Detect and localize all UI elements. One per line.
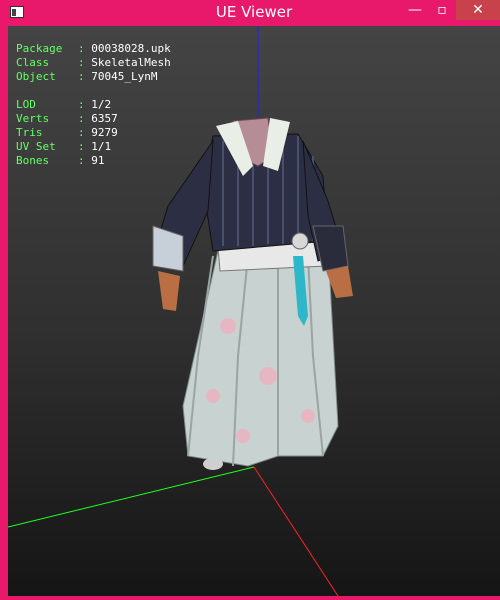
left-hand — [158, 271, 180, 311]
info-row: UV Set : 1/1 — [16, 140, 112, 153]
info-value: 1/2 — [91, 98, 112, 111]
info-row: Bones : 91 — [16, 154, 105, 167]
info-key: UV Set — [16, 140, 63, 153]
info-value: 70045_LynM — [91, 70, 158, 83]
maximize-button[interactable]: ▫ — [429, 0, 455, 20]
info-row: Object : 70045_LynM — [16, 70, 158, 83]
info-value: 1/1 — [91, 140, 112, 153]
info-row: LOD : 1/2 — [16, 98, 112, 111]
close-button[interactable]: ✕ — [456, 0, 500, 20]
feet — [203, 458, 223, 470]
title-bar[interactable]: UE Viewer — ▫ ✕ — [4, 0, 500, 26]
info-value: 91 — [91, 154, 105, 167]
mesh-info-panel: Package: 00038028.upk Class : SkeletalMe… — [16, 42, 171, 168]
info-row: Tris : 9279 — [16, 126, 118, 139]
info-value: 6357 — [91, 112, 118, 125]
info-row: Package: 00038028.upk — [16, 42, 171, 55]
y-axis — [8, 466, 255, 528]
hakama-skirt — [182, 245, 339, 467]
info-key: Package — [16, 42, 63, 55]
info-key: Object — [16, 70, 63, 83]
info-value: 00038028.upk — [91, 42, 171, 55]
info-row: Class : SkeletalMesh — [16, 56, 171, 69]
info-value: SkeletalMesh — [91, 56, 171, 69]
info-key: Bones — [16, 154, 63, 167]
x-axis — [253, 466, 339, 596]
info-key: Tris — [16, 126, 63, 139]
info-row: Verts : 6357 — [16, 112, 118, 125]
info-value: 9279 — [91, 126, 118, 139]
minimize-button[interactable]: — — [402, 0, 428, 20]
app-window: UE Viewer — ▫ ✕ Package: 00038028.upk C… — [0, 0, 500, 600]
3d-viewport[interactable]: Package: 00038028.upk Class : SkeletalMe… — [8, 26, 500, 596]
info-key: LOD — [16, 98, 63, 111]
info-key: Verts — [16, 112, 63, 125]
info-key: Class — [16, 56, 63, 69]
